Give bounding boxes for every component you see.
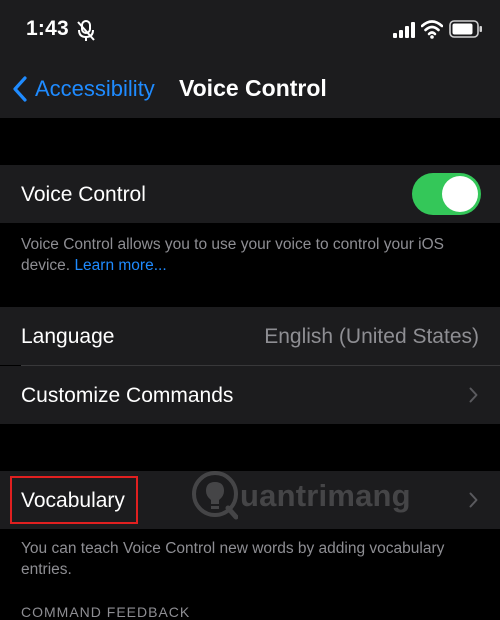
language-row[interactable]: Language English (United States) [0,307,500,365]
voice-control-row: Voice Control [0,165,500,223]
voice-control-description: Voice Control allows you to use your voi… [21,234,476,276]
chevron-right-icon [469,492,478,508]
watermark: uantrimang [190,468,420,524]
signal-icon [393,22,415,38]
customize-commands-label: Customize Commands [21,384,234,407]
customize-commands-row[interactable]: Customize Commands [0,366,500,424]
status-bar: 1:43 [0,0,500,62]
chevron-left-icon[interactable] [10,75,30,103]
highlight-box [10,476,138,524]
page-title: Voice Control [179,75,327,101]
wifi-icon [421,20,443,39]
watermark-text: uantrimang [240,478,411,513]
lightbulb-icon [192,471,238,520]
mute-icon [77,20,95,41]
battery-icon [449,20,482,38]
status-time: 1:43 [26,17,69,40]
command-feedback-header: COMMAND FEEDBACK [21,604,191,620]
voice-control-toggle[interactable] [412,173,481,215]
chevron-right-icon [469,387,478,403]
language-label: Language [21,325,115,348]
navigation-bar: Accessibility Voice Control [0,62,500,118]
toggle-knob [442,176,478,212]
learn-more-link[interactable]: Learn more... [74,257,166,274]
voice-control-label: Voice Control [21,183,146,206]
vocabulary-description: You can teach Voice Control new words by… [21,540,445,578]
language-value: English (United States) [264,325,479,348]
back-label[interactable]: Accessibility [35,76,155,102]
